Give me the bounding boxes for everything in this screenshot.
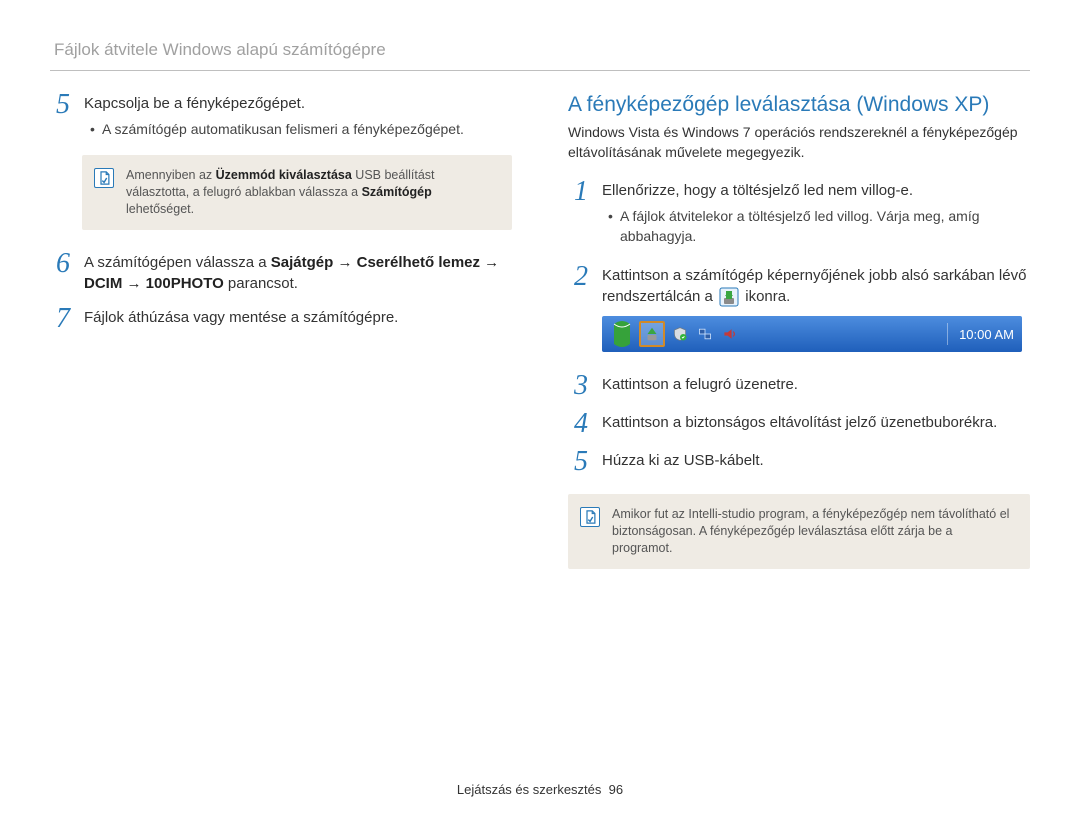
step: 4 Kattintson a biztonságos eltávolítást …: [568, 408, 1030, 438]
section-heading: A fényképezőgép leválasztása (Windows XP…: [568, 93, 1030, 117]
step-main-text: Kapcsolja be a fényképezőgépet.: [84, 95, 305, 112]
step-text: Kattintson a számítógép képernyőjének jo…: [602, 261, 1030, 309]
page-header-title: Fájlok átvitele Windows alapú számítógép…: [54, 40, 1030, 60]
bullet-list: A számítógép automatikusan felismeri a f…: [84, 115, 512, 145]
page-footer: Lejátszás és szerkesztés 96: [0, 782, 1080, 797]
bullet-item: A számítógép automatikusan felismeri a f…: [84, 119, 512, 139]
step-fragment: ikonra.: [745, 288, 790, 305]
tray-network-icon: [695, 324, 715, 344]
taskbar-clock: 10:00 AM: [959, 327, 1014, 342]
step: 7 Fájlok áthúzása vagy mentése a számító…: [50, 303, 512, 333]
note-box: Amikor fut az Intelli-studio program, a …: [568, 494, 1030, 569]
tray-shield-icon: [670, 324, 690, 344]
note-bold: Számítógép: [362, 185, 432, 199]
note-fragment: Amennyiben az: [126, 168, 216, 182]
step-number: 6: [50, 248, 70, 296]
footer-section: Lejátszás és szerkesztés: [457, 782, 602, 797]
section-intro: Windows Vista és Windows 7 operációs ren…: [568, 123, 1030, 162]
step-number: 1: [568, 176, 588, 252]
safely-remove-hardware-icon: [719, 287, 739, 307]
step-text: Kattintson a biztonságos eltávolítást je…: [602, 408, 1030, 438]
step: 2 Kattintson a számítógép képernyőjének …: [568, 261, 1030, 309]
step-number: 7: [50, 303, 70, 333]
step-fragment: A számítógépen válassza a: [84, 254, 271, 271]
step-text: Húzza ki az USB-kábelt.: [602, 446, 1030, 476]
footer-page-number: 96: [609, 782, 623, 797]
note-text: Amikor fut az Intelli-studio program, a …: [612, 506, 1016, 557]
step-number: 5: [568, 446, 588, 476]
content-columns: 5 Kapcsolja be a fényképezőgépet. A szám…: [50, 89, 1030, 587]
tray-divider: [947, 323, 948, 345]
tray-left-group: [610, 320, 740, 348]
tray-safely-remove-icon: [639, 321, 665, 347]
bullet-item: A fájlok átvitelekor a töltésjelző led v…: [602, 206, 1030, 247]
tray-right-group: 10:00 AM: [941, 323, 1014, 345]
header-divider: [50, 70, 1030, 71]
start-button-icon: [610, 320, 634, 348]
step: 1 Ellenőrizze, hogy a töltésjelző led ne…: [568, 176, 1030, 252]
step-number: 2: [568, 261, 588, 309]
step-number: 3: [568, 370, 588, 400]
tray-volume-icon: [720, 324, 740, 344]
step: 5 Húzza ki az USB-kábelt.: [568, 446, 1030, 476]
step-fragment: parancsot.: [224, 275, 298, 292]
step-text: Kapcsolja be a fényképezőgépet. A számít…: [84, 89, 512, 145]
note-icon: [580, 507, 600, 527]
step: 6 A számítógépen válassza a Sajátgép → C…: [50, 248, 512, 296]
step-number: 4: [568, 408, 588, 438]
step-fragment: Kattintson a számítógép képernyőjének jo…: [602, 267, 1026, 306]
left-column: 5 Kapcsolja be a fényképezőgépet. A szám…: [50, 89, 512, 587]
step-text: Kattintson a felugró üzenetre.: [602, 370, 1030, 400]
step-text: Fájlok áthúzása vagy mentése a számítógé…: [84, 303, 512, 333]
note-fragment: lehetőséget.: [126, 202, 194, 216]
note-icon: [94, 168, 114, 188]
step-main-text: Ellenőrizze, hogy a töltésjelző led nem …: [602, 182, 913, 199]
step-text: A számítógépen válassza a Sajátgép → Cse…: [84, 248, 512, 296]
step: 5 Kapcsolja be a fényképezőgépet. A szám…: [50, 89, 512, 145]
step-number: 5: [50, 89, 70, 145]
note-text: Amennyiben az Üzemmód kiválasztása USB b…: [126, 167, 498, 218]
step-text: Ellenőrizze, hogy a töltésjelző led nem …: [602, 176, 1030, 252]
note-box: Amennyiben az Üzemmód kiválasztása USB b…: [82, 155, 512, 230]
step: 3 Kattintson a felugró üzenetre.: [568, 370, 1030, 400]
taskbar-screenshot: 10:00 AM: [602, 316, 1022, 352]
right-column: A fényképezőgép leválasztása (Windows XP…: [568, 89, 1030, 587]
note-bold: Üzemmód kiválasztása: [216, 168, 352, 182]
bullet-list: A fájlok átvitelekor a töltésjelző led v…: [602, 202, 1030, 253]
